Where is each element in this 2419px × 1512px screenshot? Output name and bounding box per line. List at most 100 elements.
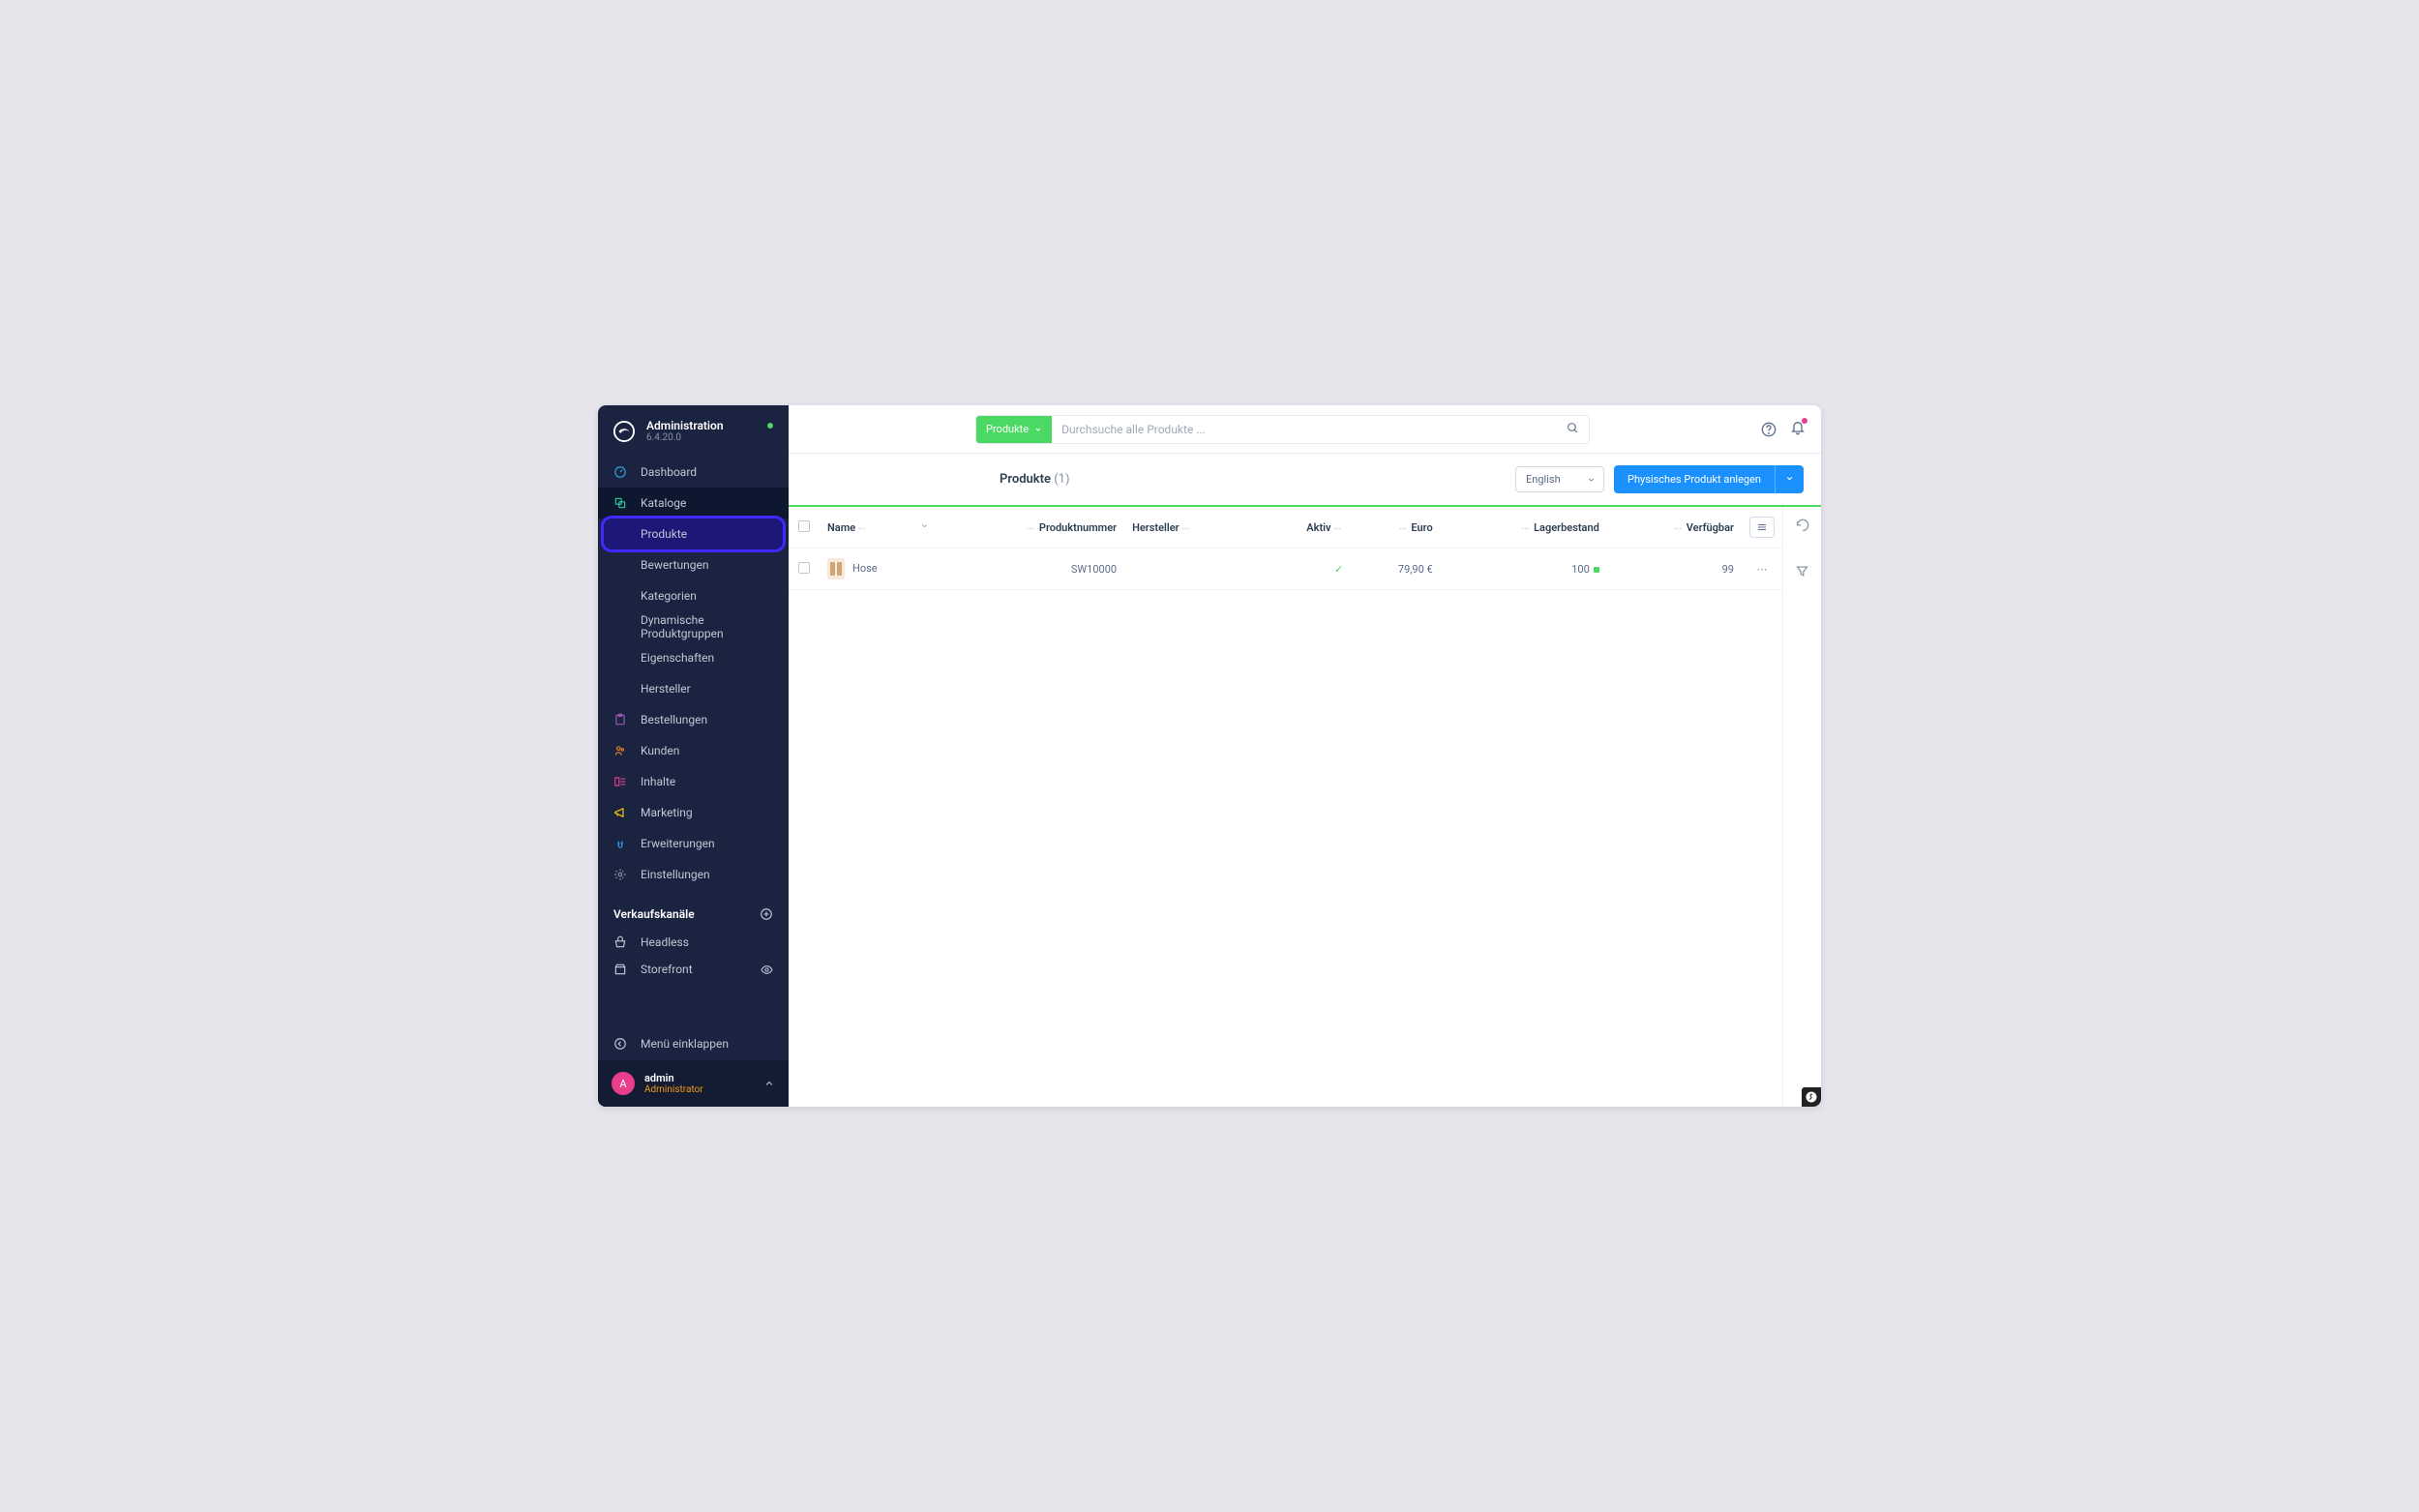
nav-label: Hersteller	[641, 682, 691, 696]
product-number: SW10000	[937, 548, 1124, 590]
user-footer[interactable]: A admin Administrator	[598, 1060, 789, 1107]
channel-label: Headless	[641, 935, 689, 949]
filter-button[interactable]	[1791, 560, 1813, 586]
nav-reviews[interactable]: Bewertungen	[598, 549, 789, 580]
user-name: admin	[644, 1072, 703, 1084]
check-icon: ✓	[1334, 563, 1343, 576]
collapse-menu[interactable]: Menü einklappen	[598, 1027, 789, 1060]
row-actions-menu[interactable]: ⋯	[1742, 548, 1782, 590]
product-table: Name ⋯ ⋯ Produktnummer Hersteller ⋯ Akti…	[789, 507, 1782, 590]
gear-icon	[613, 868, 627, 881]
brand-title: Administration	[646, 419, 724, 432]
create-product-button[interactable]: Physisches Produkt anlegen	[1614, 465, 1775, 493]
product-available: 99	[1607, 548, 1742, 590]
page-title: Produkte (1)	[1000, 472, 1070, 487]
page-count: (1)	[1054, 472, 1069, 487]
row-checkbox[interactable]	[798, 562, 810, 574]
nav-orders[interactable]: Bestellungen	[598, 704, 789, 735]
filter-icon	[1795, 564, 1809, 578]
nav-label: Produkte	[641, 527, 687, 541]
nav-label: Marketing	[641, 806, 693, 819]
list-icon	[1756, 521, 1768, 533]
search-icon[interactable]	[1557, 420, 1589, 438]
nav-label: Kunden	[641, 744, 679, 757]
nav-customers[interactable]: Kunden	[598, 735, 789, 766]
col-active[interactable]: Aktiv ⋯	[1258, 507, 1351, 548]
col-stock[interactable]: ⋯ Lagerbestand	[1441, 507, 1607, 548]
user-role: Administrator	[644, 1084, 703, 1095]
topbar: Produkte	[789, 405, 1821, 454]
nav-label: Einstellungen	[641, 868, 710, 881]
help-icon[interactable]	[1761, 422, 1777, 437]
collapse-label: Menü einklappen	[641, 1037, 729, 1051]
nav-settings[interactable]: Einstellungen	[598, 859, 789, 890]
search-scope-selector[interactable]: Produkte	[976, 416, 1052, 443]
avatar: A	[612, 1072, 635, 1095]
users-icon	[613, 744, 627, 757]
megaphone-icon	[613, 806, 627, 819]
nav-marketing[interactable]: Marketing	[598, 797, 789, 828]
plus-circle-icon[interactable]	[760, 907, 773, 921]
product-thumbnail	[827, 558, 845, 579]
chevron-down-icon	[920, 521, 929, 530]
chevron-down-icon	[1034, 426, 1042, 433]
nav-label: Erweiterungen	[641, 837, 715, 850]
side-tools	[1782, 507, 1821, 1107]
layout-icon	[613, 775, 627, 788]
app-window: Administration 6.4.20.0 Dashboard Katalo…	[598, 405, 1821, 1107]
nav-catalogs[interactable]: Kataloge	[598, 488, 789, 519]
product-manufacturer	[1124, 548, 1258, 590]
search-box: Produkte	[975, 415, 1590, 444]
gauge-icon	[613, 465, 627, 479]
sidebar: Administration 6.4.20.0 Dashboard Katalo…	[598, 405, 789, 1107]
channel-label: Storefront	[641, 963, 693, 976]
chevron-down-icon	[1785, 474, 1794, 483]
notifications-button[interactable]	[1790, 420, 1806, 439]
main-nav: Dashboard Kataloge Produkte Bewertungen …	[598, 457, 789, 1027]
nav-products[interactable]: Produkte	[604, 519, 783, 549]
nav-dynamic-groups[interactable]: Dynamische Produktgruppen	[598, 611, 789, 642]
content-header: Produkte (1) English Physisches Produkt …	[789, 454, 1821, 507]
col-manufacturer[interactable]: Hersteller ⋯	[1124, 507, 1258, 548]
col-number[interactable]: ⋯ Produktnummer	[937, 507, 1124, 548]
search-input[interactable]	[1052, 423, 1557, 436]
nav-categories[interactable]: Kategorien	[598, 580, 789, 611]
status-indicator	[767, 423, 773, 429]
table-row[interactable]: Hose SW10000 ✓ 79,90 € 100 99 ⋯	[789, 548, 1782, 590]
create-product-button-group: Physisches Produkt anlegen	[1614, 465, 1804, 493]
notification-badge	[1802, 418, 1807, 424]
reload-button[interactable]	[1791, 515, 1813, 541]
channels-section-title: Verkaufskanäle	[598, 890, 789, 929]
col-name[interactable]: Name ⋯	[820, 507, 937, 548]
nav-label: Kataloge	[641, 496, 686, 510]
nav-properties[interactable]: Eigenschaften	[598, 642, 789, 673]
col-euro[interactable]: ⋯ Euro	[1351, 507, 1440, 548]
basket-icon	[613, 935, 627, 949]
chevron-left-circle-icon	[613, 1037, 627, 1051]
col-available[interactable]: ⋯ Verfügbar	[1607, 507, 1742, 548]
create-product-dropdown[interactable]	[1775, 465, 1804, 493]
nav-dashboard[interactable]: Dashboard	[598, 457, 789, 488]
logo-icon	[613, 421, 635, 442]
select-all-checkbox[interactable]	[798, 520, 810, 532]
symfony-badge[interactable]	[1802, 1087, 1821, 1107]
channel-headless[interactable]: Headless	[598, 929, 789, 956]
clipboard-icon	[613, 713, 627, 726]
symfony-icon	[1806, 1091, 1817, 1103]
chevron-up-icon	[763, 1078, 775, 1089]
product-stock: 100	[1571, 563, 1590, 576]
storefront-icon	[613, 963, 627, 976]
language-select[interactable]: English	[1515, 466, 1604, 492]
nav-manufacturers[interactable]: Hersteller	[598, 673, 789, 704]
eye-icon[interactable]	[761, 964, 773, 976]
nav-content[interactable]: Inhalte	[598, 766, 789, 797]
channel-storefront[interactable]: Storefront	[598, 956, 789, 983]
product-price: 79,90 €	[1351, 548, 1440, 590]
table-settings-button[interactable]	[1749, 517, 1775, 538]
nav-label: Inhalte	[641, 775, 675, 788]
sidebar-header: Administration 6.4.20.0	[598, 405, 789, 457]
nav-label: Eigenschaften	[641, 651, 714, 665]
nav-label: Dashboard	[641, 465, 697, 479]
nav-extensions[interactable]: Erweiterungen	[598, 828, 789, 859]
stock-status-dot	[1594, 567, 1599, 573]
